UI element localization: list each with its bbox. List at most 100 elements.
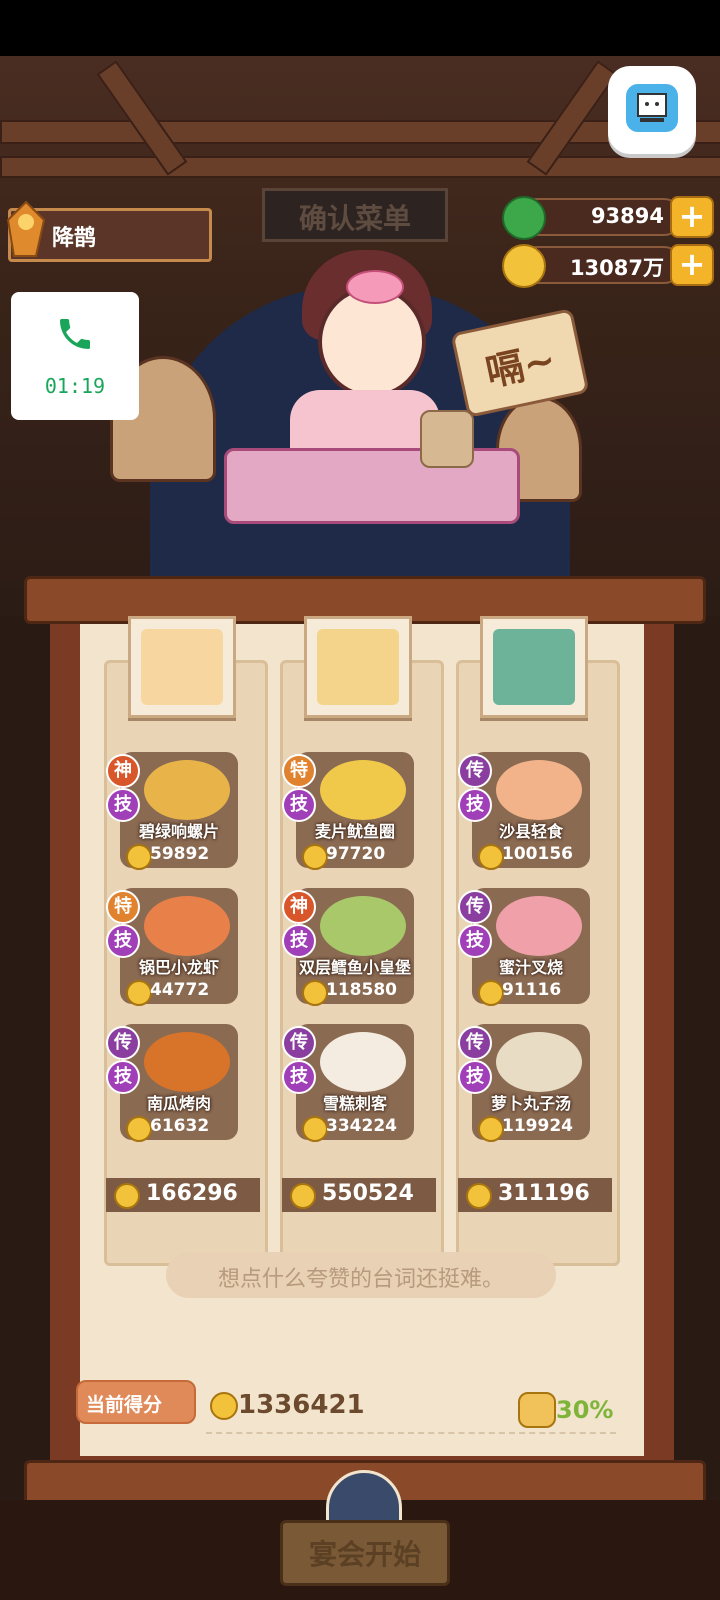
jade-coin-icon <box>502 196 546 240</box>
dish-score: 118580 <box>326 980 397 1000</box>
grade-badge: 传 <box>458 754 492 788</box>
player-avatar-icon <box>4 200 48 260</box>
skill-badge: 技 <box>458 924 492 958</box>
grade-badge: 传 <box>458 1026 492 1060</box>
dish-image <box>144 1032 230 1092</box>
dish-image <box>320 760 406 820</box>
column-total: 550524 <box>282 1178 436 1212</box>
grade-badge: 神 <box>282 890 316 924</box>
skill-badge: 技 <box>106 1060 140 1094</box>
current-score-label: 当前得分 <box>76 1380 196 1424</box>
coin-icon <box>478 844 504 870</box>
chef-avatar <box>493 629 575 705</box>
dish-image <box>496 896 582 956</box>
skill-badge: 技 <box>106 788 140 822</box>
dish-score: 119924 <box>502 1116 573 1136</box>
chef-portrait[interactable] <box>128 616 236 718</box>
dish-image <box>320 896 406 956</box>
coin-icon <box>290 1183 316 1209</box>
status-bar <box>0 0 720 56</box>
menu-button[interactable] <box>608 66 696 154</box>
score-label-text: 当前得分 <box>86 1394 163 1416</box>
grade-badge: 传 <box>106 1026 140 1060</box>
dish-score: 91116 <box>502 980 562 1000</box>
add-jade-button[interactable]: + <box>670 196 714 238</box>
bonus-icon <box>518 1392 556 1428</box>
grade-badge: 特 <box>282 754 316 788</box>
dish-score: 59892 <box>150 844 210 864</box>
skill-badge: 技 <box>458 1060 492 1094</box>
dish-name: 蜜汁叉烧 <box>498 958 563 977</box>
stacked-bowls <box>420 410 474 468</box>
coin-icon <box>478 980 504 1006</box>
dish-score: 44772 <box>150 980 210 1000</box>
dialog-text: 想点什么夸赞的台词还挺难。 <box>217 1267 504 1292</box>
chef-portrait[interactable] <box>480 616 588 718</box>
dialog-bubble: 想点什么夸赞的台词还挺难。 <box>166 1252 556 1298</box>
coin-icon <box>126 1116 152 1142</box>
jade-counter: 93894 <box>502 196 682 240</box>
bonus-percent: 30% <box>556 1396 614 1424</box>
grade-badge: 传 <box>282 1026 316 1060</box>
phone-icon <box>55 314 95 354</box>
dish-image <box>320 1032 406 1092</box>
dish-image <box>144 896 230 956</box>
chef-portrait[interactable] <box>304 616 412 718</box>
add-coin-button[interactable]: + <box>670 244 714 286</box>
dish-score: 100156 <box>502 844 573 864</box>
coin-icon <box>478 1116 504 1142</box>
column-total: 311196 <box>458 1178 612 1212</box>
dining-table <box>224 448 520 524</box>
chef-avatar <box>141 629 223 705</box>
jade-value: 93894 <box>590 204 664 228</box>
dish-name: 南瓜烤肉 <box>146 1094 211 1113</box>
coin-icon <box>466 1183 492 1209</box>
coin-value: 13087万 <box>569 256 664 280</box>
dish-image <box>496 760 582 820</box>
coin-icon <box>114 1183 140 1209</box>
gold-coin-icon <box>502 244 546 288</box>
skill-badge: 技 <box>282 788 316 822</box>
flower-ornament <box>346 270 404 304</box>
dish-score: 61632 <box>150 1116 210 1136</box>
grade-badge: 神 <box>106 754 140 788</box>
column-total-value: 550524 <box>322 1181 414 1206</box>
speech-text: 嗝~ <box>481 337 560 395</box>
coin-icon <box>126 980 152 1006</box>
dish-name: 锅巴小龙虾 <box>138 958 219 977</box>
dish-score: 97720 <box>326 844 386 864</box>
column-total-value: 311196 <box>498 1181 590 1206</box>
dish-score: 334224 <box>326 1116 397 1136</box>
column-total-value: 166296 <box>146 1181 238 1206</box>
call-timer: 01:19 <box>44 374 106 398</box>
start-feast-label: 宴会开始 <box>308 1538 421 1571</box>
player-name: 降鹊 <box>52 226 97 251</box>
sign-title: 确认菜单 <box>298 202 411 235</box>
dish-image <box>496 1032 582 1092</box>
dish-name: 碧绿响螺片 <box>138 822 219 841</box>
coin-icon <box>302 980 328 1006</box>
chef-avatar <box>317 629 399 705</box>
dish-name: 双层鳕鱼小皇堡 <box>298 958 411 977</box>
skill-badge: 技 <box>282 1060 316 1094</box>
score-divider <box>206 1432 616 1434</box>
start-feast-button[interactable]: 宴会开始 <box>280 1520 450 1586</box>
skill-badge: 技 <box>282 924 316 958</box>
column-total: 166296 <box>106 1178 260 1212</box>
confirm-menu-sign: 确认菜单 <box>262 188 448 242</box>
skill-badge: 技 <box>106 924 140 958</box>
current-score-value: 1336421 <box>238 1390 365 1420</box>
grade-badge: 特 <box>106 890 140 924</box>
dish-name: 沙县轻食 <box>498 822 563 841</box>
dish-name: 麦片鱿鱼圈 <box>314 822 395 841</box>
coin-icon <box>126 844 152 870</box>
score-coin-icon <box>210 1392 238 1420</box>
box-face-icon <box>626 84 678 132</box>
call-widget[interactable]: 01:19 <box>11 292 139 420</box>
dish-name: 萝卜丸子汤 <box>490 1094 571 1113</box>
coin-icon <box>302 1116 328 1142</box>
skill-badge: 技 <box>458 788 492 822</box>
coin-icon <box>302 844 328 870</box>
dish-image <box>144 760 230 820</box>
dish-name: 雪糕刺客 <box>322 1094 387 1113</box>
